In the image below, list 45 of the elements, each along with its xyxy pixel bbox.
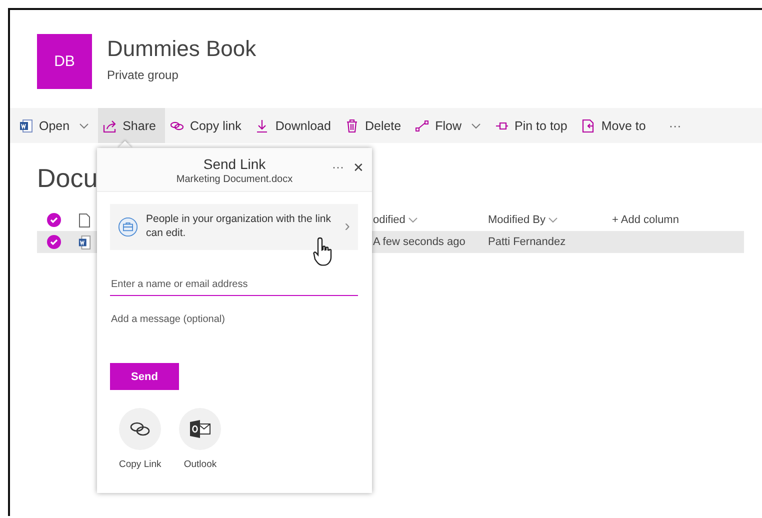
toolbar-button[interactable]: Pin to top — [490, 108, 576, 143]
link-settings-button[interactable]: People in your organization with the link can edit. › — [110, 204, 358, 250]
dialog-title: Send Link — [203, 156, 266, 172]
toolbar-button[interactable]: Move to — [576, 108, 655, 143]
close-button[interactable]: ✕ — [353, 160, 364, 175]
briefcase-icon — [118, 217, 138, 237]
word-document-icon — [78, 234, 91, 250]
more-button[interactable]: ··· — [654, 108, 696, 143]
trash-icon — [344, 118, 359, 132]
more-button[interactable]: ··· — [332, 160, 344, 174]
file-name: Marketing Document.docx — [176, 174, 293, 185]
group-privacy: Private group — [107, 68, 180, 82]
library-title: Docu — [37, 163, 98, 195]
option-label: Outlook — [184, 459, 217, 470]
column-header[interactable]: odified — [373, 214, 488, 226]
toolbar-button[interactable]: Flow — [410, 108, 490, 143]
group-name: Dummies Book — [107, 36, 256, 62]
row-checkbox[interactable] — [47, 235, 61, 249]
send-button[interactable]: Send — [110, 363, 179, 390]
column-header[interactable]: Modified By — [488, 214, 612, 226]
select-all-checkbox[interactable] — [47, 213, 61, 227]
toolbar-button[interactable]: Copy link — [164, 108, 250, 143]
chevron-down-icon — [408, 217, 418, 223]
toolbar-button[interactable]: Delete — [340, 108, 410, 143]
group-logo: DB — [37, 34, 92, 88]
move-icon — [581, 118, 596, 132]
modified-by-cell-text: Patti Fernandez — [488, 236, 567, 248]
column-header[interactable]: + Add column — [612, 214, 679, 226]
flow-icon — [415, 118, 430, 132]
file-type-icon — [78, 212, 91, 228]
chevron-down-icon — [470, 122, 481, 128]
chevron-down-icon — [78, 122, 89, 128]
share-icon — [102, 118, 117, 132]
outlook-button[interactable] — [179, 408, 222, 450]
envelope-logo-icon — [189, 419, 212, 439]
chevron-down-icon — [548, 217, 558, 223]
modified-cell-text: A few seconds ago — [373, 236, 466, 248]
download-icon — [255, 118, 270, 132]
word-icon — [19, 118, 33, 132]
copy-link-button[interactable] — [119, 408, 162, 450]
option-label: Copy Link — [119, 459, 162, 470]
link-icon — [129, 421, 152, 437]
toolbar-button[interactable]: Share — [98, 108, 165, 143]
toolbar-button[interactable]: Open — [14, 108, 98, 143]
toolbar-button[interactable]: Download — [250, 108, 340, 143]
